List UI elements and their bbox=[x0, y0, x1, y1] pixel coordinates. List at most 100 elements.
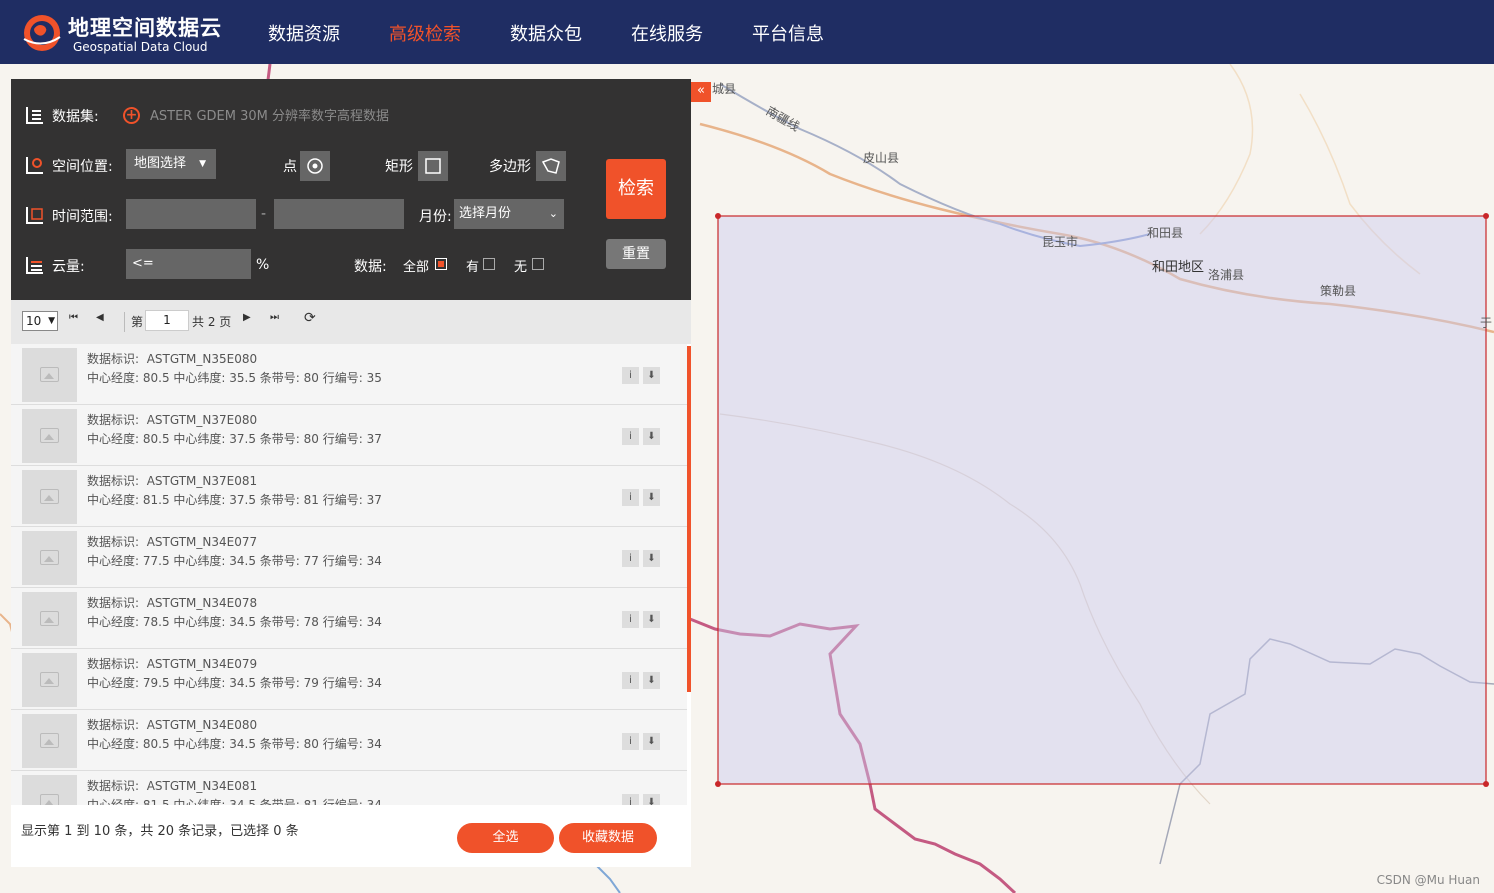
first-page-icon[interactable]: ⏮ bbox=[69, 312, 78, 323]
item-id: ASTGTM_N34E078 bbox=[146, 596, 258, 610]
item-id-label: 数据标识: bbox=[87, 718, 140, 732]
data-no-checkbox[interactable] bbox=[532, 258, 544, 270]
list-item[interactable]: 数据标识: ASTGTM_N34E078 中心经度: 78.5 中心纬度: 34… bbox=[11, 588, 687, 649]
polygon-tool-label: 多边形 bbox=[489, 159, 531, 175]
download-icon[interactable]: ⬇ bbox=[643, 611, 660, 628]
info-icon[interactable]: i bbox=[622, 672, 639, 689]
item-id-label: 数据标识: bbox=[87, 535, 140, 549]
data-yes-checkbox[interactable] bbox=[483, 258, 495, 270]
list-item[interactable]: 数据标识: ASTGTM_N34E080 中心经度: 80.5 中心纬度: 34… bbox=[11, 710, 687, 771]
item-id: ASTGTM_N34E079 bbox=[146, 657, 258, 671]
data-filter-label: 数据: bbox=[354, 259, 387, 275]
pagination-bar: 10 ▼ ⏮ ◀ 第 1 共 2 页 ▶ ⏭ ⟳ bbox=[11, 300, 691, 344]
polygon-icon bbox=[541, 158, 560, 174]
location-label: 空间位置: bbox=[52, 159, 113, 175]
rect-tool-button[interactable] bbox=[418, 151, 448, 181]
logo-globe-icon bbox=[23, 15, 61, 51]
image-placeholder-icon bbox=[40, 428, 59, 443]
next-page-icon[interactable]: ▶ bbox=[243, 312, 251, 323]
polygon-tool-button[interactable] bbox=[536, 151, 566, 181]
nav-crowdsourcing[interactable]: 数据众包 bbox=[510, 20, 582, 46]
nav-online-services[interactable]: 在线服务 bbox=[631, 20, 703, 46]
dataset-value[interactable]: ASTER GDEM 30M 分辨率数字高程数据 bbox=[150, 105, 389, 124]
results-summary: 显示第 1 到 10 条，共 20 条记录，已选择 0 条 bbox=[21, 824, 299, 839]
prev-page-icon[interactable]: ◀ bbox=[96, 312, 104, 323]
data-yes-label: 有 bbox=[466, 260, 480, 275]
list-scrollbar[interactable] bbox=[687, 346, 691, 692]
search-button[interactable]: 检索 bbox=[606, 159, 666, 219]
item-id-line: 数据标识: ASTGTM_N34E080 bbox=[87, 716, 257, 733]
nav-platform-info[interactable]: 平台信息 bbox=[752, 20, 824, 46]
download-icon[interactable]: ⬇ bbox=[643, 428, 660, 445]
item-id-line: 数据标识: ASTGTM_N34E077 bbox=[87, 533, 257, 550]
results-list: 数据标识: ASTGTM_N35E080 中心经度: 80.5 中心纬度: 35… bbox=[11, 344, 691, 805]
location-mode-dropdown[interactable]: 地图选择 ▼ bbox=[126, 149, 216, 179]
info-icon[interactable]: i bbox=[622, 733, 639, 750]
thumbnail bbox=[22, 409, 77, 463]
logo[interactable]: 地理空间数据云 Geospatial Data Cloud bbox=[20, 10, 230, 56]
download-icon[interactable]: ⬇ bbox=[643, 367, 660, 384]
info-icon[interactable]: i bbox=[622, 367, 639, 384]
info-icon[interactable]: i bbox=[622, 794, 639, 805]
item-meta: 中心经度: 80.5 中心纬度: 37.5 条带号: 80 行编号: 37 bbox=[87, 432, 382, 446]
info-icon[interactable]: i bbox=[622, 611, 639, 628]
item-id-line: 数据标识: ASTGTM_N37E081 bbox=[87, 472, 257, 489]
chevron-down-icon: ⌄ bbox=[548, 207, 558, 220]
list-item[interactable]: 数据标识: ASTGTM_N34E079 中心经度: 79.5 中心纬度: 34… bbox=[11, 649, 687, 710]
point-tool-button[interactable] bbox=[300, 151, 330, 181]
item-meta: 中心经度: 81.5 中心纬度: 37.5 条带号: 81 行编号: 37 bbox=[87, 493, 382, 507]
location-mode-value: 地图选择 bbox=[134, 156, 187, 171]
download-icon[interactable]: ⬇ bbox=[643, 794, 660, 805]
add-dataset-icon[interactable]: + bbox=[123, 107, 140, 124]
data-all-checkbox[interactable] bbox=[435, 258, 447, 270]
point-target-icon bbox=[307, 158, 323, 174]
page-number-input[interactable]: 1 bbox=[145, 310, 189, 331]
item-meta: 中心经度: 79.5 中心纬度: 34.5 条带号: 79 行编号: 34 bbox=[87, 676, 382, 690]
item-id-line: 数据标识: ASTGTM_N34E079 bbox=[87, 655, 257, 672]
info-icon[interactable]: i bbox=[622, 550, 639, 567]
item-id-line: 数据标识: ASTGTM_N35E080 bbox=[87, 350, 257, 367]
cloud-input[interactable]: <= bbox=[126, 249, 251, 279]
list-item[interactable]: 数据标识: ASTGTM_N35E080 中心经度: 80.5 中心纬度: 35… bbox=[11, 344, 687, 405]
thumbnail bbox=[22, 348, 77, 402]
item-meta: 中心经度: 78.5 中心纬度: 34.5 条带号: 78 行编号: 34 bbox=[87, 615, 382, 629]
info-icon[interactable]: i bbox=[622, 428, 639, 445]
nav-advanced-search[interactable]: 高级检索 bbox=[389, 20, 461, 46]
nav-data-resources[interactable]: 数据资源 bbox=[268, 20, 340, 46]
item-id: ASTGTM_N37E080 bbox=[146, 413, 258, 427]
image-placeholder-icon bbox=[40, 611, 59, 626]
cloud-label: 云量: bbox=[52, 259, 85, 275]
collapse-panel-button[interactable]: « bbox=[691, 82, 711, 102]
map-label-hotan-county: 和田县 bbox=[1147, 226, 1184, 240]
download-icon[interactable]: ⬇ bbox=[643, 672, 660, 689]
list-item[interactable]: 数据标识: ASTGTM_N37E080 中心经度: 80.5 中心纬度: 37… bbox=[11, 405, 687, 466]
item-id-label: 数据标识: bbox=[87, 779, 140, 793]
info-icon[interactable]: i bbox=[622, 489, 639, 506]
end-date-input[interactable] bbox=[274, 199, 404, 229]
favorite-data-button[interactable]: 收藏数据 bbox=[559, 823, 657, 853]
page-size-value: 10 bbox=[26, 314, 42, 328]
map-label-pishan: 皮山县 bbox=[863, 151, 900, 165]
map-label-yutian: 于 bbox=[1480, 316, 1493, 330]
download-icon[interactable]: ⬇ bbox=[643, 733, 660, 750]
month-select[interactable]: 选择月份 ⌄ bbox=[454, 199, 564, 229]
map-label-kunyu: 昆玉市 bbox=[1042, 235, 1079, 249]
last-page-icon[interactable]: ⏭ bbox=[270, 312, 279, 323]
select-all-button[interactable]: 全选 bbox=[457, 823, 554, 853]
download-icon[interactable]: ⬇ bbox=[643, 489, 660, 506]
item-id-label: 数据标识: bbox=[87, 657, 140, 671]
map-label-luopu: 洛浦县 bbox=[1208, 268, 1245, 282]
item-meta: 中心经度: 80.5 中心纬度: 34.5 条带号: 80 行编号: 34 bbox=[87, 737, 382, 751]
list-item[interactable]: 数据标识: ASTGTM_N34E077 中心经度: 77.5 中心纬度: 34… bbox=[11, 527, 687, 588]
start-date-input[interactable] bbox=[126, 199, 256, 229]
page-total: 共 2 页 bbox=[192, 315, 232, 329]
item-id-line: 数据标识: ASTGTM_N37E080 bbox=[87, 411, 257, 428]
refresh-icon[interactable]: ⟳ bbox=[304, 310, 316, 326]
reset-button[interactable]: 重置 bbox=[606, 239, 666, 269]
download-icon[interactable]: ⬇ bbox=[643, 550, 660, 567]
image-placeholder-icon bbox=[40, 550, 59, 565]
page-size-select[interactable]: 10 ▼ bbox=[22, 311, 58, 331]
list-item[interactable]: 数据标识: ASTGTM_N34E081 中心经度: 81.5 中心纬度: 34… bbox=[11, 771, 687, 805]
thumbnail bbox=[22, 714, 77, 768]
list-item[interactable]: 数据标识: ASTGTM_N37E081 中心经度: 81.5 中心纬度: 37… bbox=[11, 466, 687, 527]
